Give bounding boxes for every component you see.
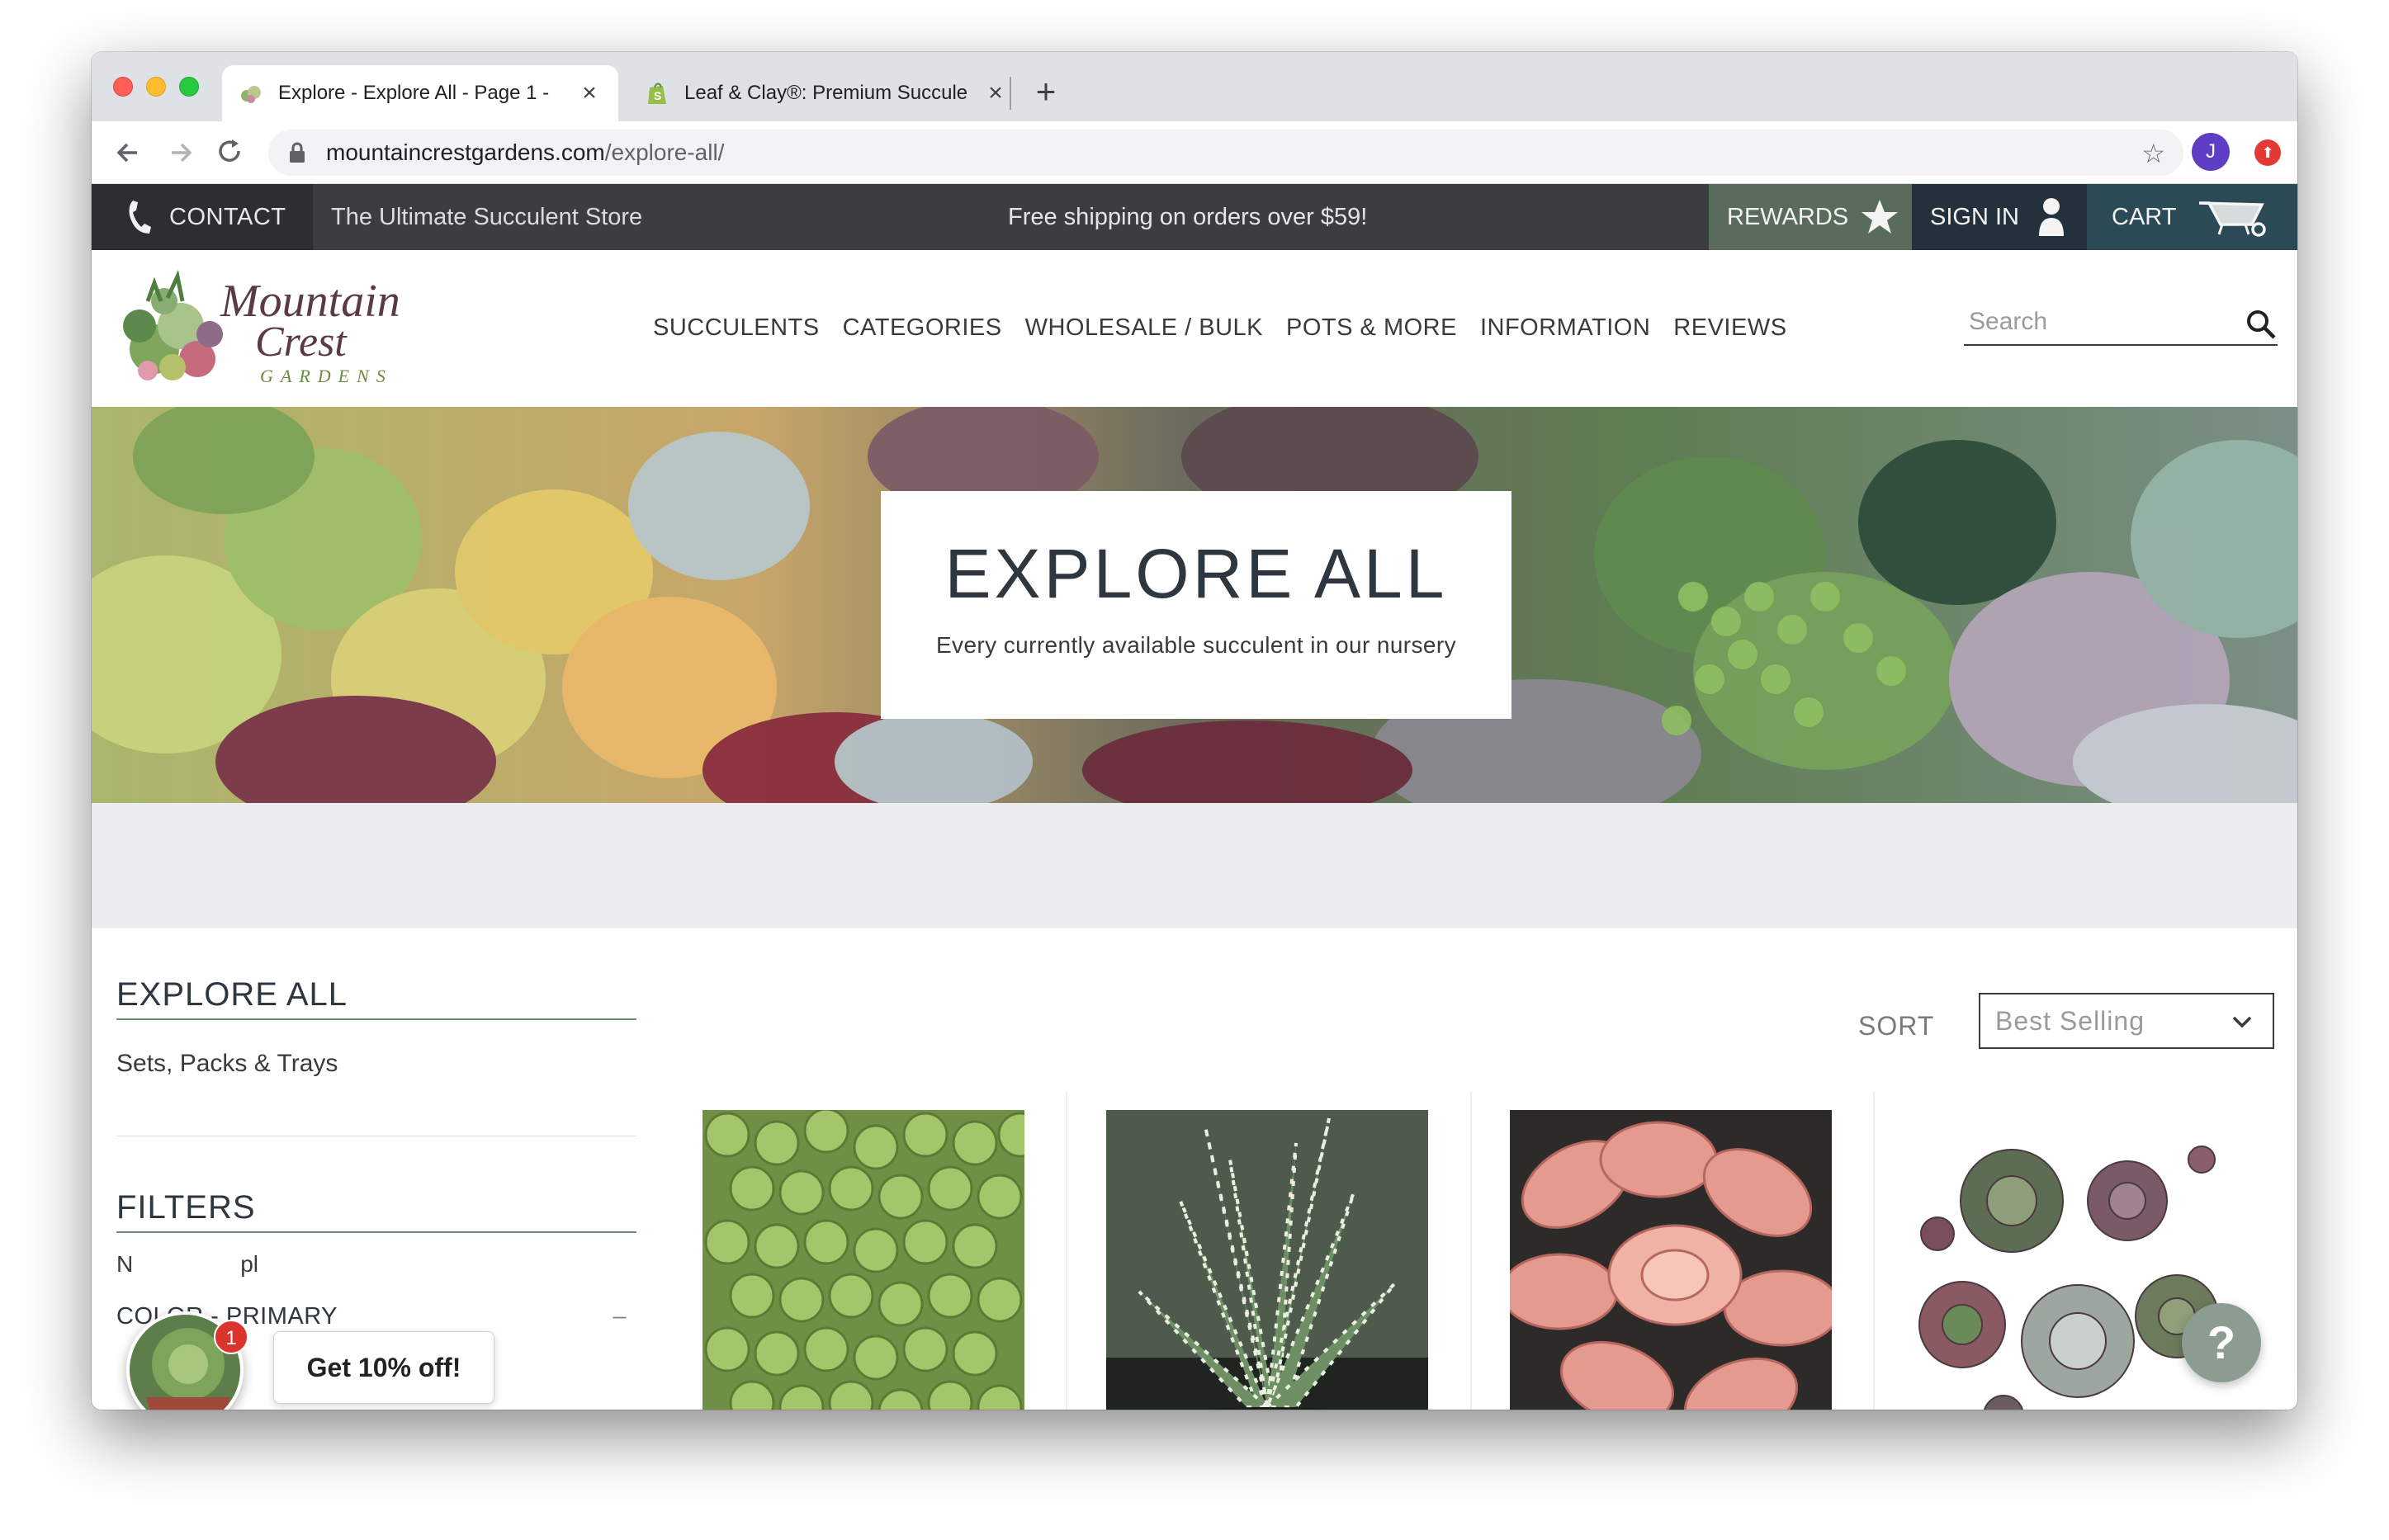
profile-avatar[interactable]: J xyxy=(2192,133,2230,171)
tab-leaf-and-clay[interactable]: S Leaf & Clay®: Premium Succule × xyxy=(628,65,1024,121)
product-image-pink-graptopetalum[interactable] xyxy=(1510,1110,1832,1410)
cart-button[interactable]: CART xyxy=(2087,184,2297,250)
sort-dropdown[interactable]: Best Selling xyxy=(1979,993,2274,1049)
search-input[interactable] xyxy=(1964,308,2228,336)
sidebar-heading: EXPLORE ALL xyxy=(116,976,636,1020)
product-image-zebra-haworthia[interactable] xyxy=(1106,1110,1428,1410)
user-icon xyxy=(2038,198,2064,236)
product-image-hens-and-chicks[interactable] xyxy=(1913,1110,2235,1410)
notification-badge: 1 xyxy=(214,1320,248,1354)
filters-heading: FILTERS xyxy=(116,1189,636,1233)
new-tab-button[interactable]: + xyxy=(1024,70,1067,113)
minimize-window-button[interactable] xyxy=(146,77,166,97)
hero-subtitle: Every currently available succulent in o… xyxy=(935,632,1457,658)
grid-divider xyxy=(1873,1092,1875,1410)
main-navigation: SUCCULENTS CATEGORIES WHOLESALE / BULK P… xyxy=(653,314,1787,342)
nav-information[interactable]: INFORMATION xyxy=(1480,314,1650,342)
rewards-label: REWARDS xyxy=(1727,203,1849,230)
sort-label: SORT xyxy=(1858,1011,1935,1041)
shipping-banner: Free shipping on orders over $59! xyxy=(1008,204,1368,230)
web-page: CONTACT The Ultimate Succulent Store Fre… xyxy=(92,184,2297,1410)
contact-link[interactable]: CONTACT xyxy=(92,184,313,250)
tab-explore-all[interactable]: Explore - Explore All - Page 1 - × xyxy=(222,65,618,121)
wheelbarrow-icon xyxy=(2199,201,2267,237)
sign-in-label: SIGN IN xyxy=(1930,203,2019,230)
site-search xyxy=(1964,300,2278,346)
store-tagline: The Ultimate Succulent Store xyxy=(331,204,643,230)
url-path: /explore-all/ xyxy=(604,139,725,165)
star-icon xyxy=(1862,200,1899,234)
filter-subtitle: Npl xyxy=(116,1251,259,1277)
address-bar[interactable]: mountaincrestgardens.com/explore-all/ ☆ xyxy=(268,130,2183,176)
contact-label: CONTACT xyxy=(169,203,286,230)
reload-icon[interactable] xyxy=(211,133,250,172)
discount-popup-button[interactable]: Get 10% off! xyxy=(273,1331,494,1404)
search-icon[interactable] xyxy=(2245,308,2278,341)
close-tab-icon[interactable]: × xyxy=(983,79,1008,107)
extension-icon[interactable]: ⬆ xyxy=(2254,139,2281,166)
grid-divider xyxy=(1066,1092,1067,1410)
hero-title-card: EXPLORE ALL Every currently available su… xyxy=(881,491,1511,719)
bookmark-star-icon[interactable]: ☆ xyxy=(2141,138,2165,169)
tab-title: Explore - Explore All - Page 1 - xyxy=(278,82,550,104)
collapse-icon[interactable]: – xyxy=(613,1303,627,1330)
utility-bar: CONTACT The Ultimate Succulent Store Fre… xyxy=(92,184,2297,250)
svg-text:Crest: Crest xyxy=(255,319,348,366)
nav-succulents[interactable]: SUCCULENTS xyxy=(653,314,820,342)
mountain-crest-logo[interactable]: Mountain Crest GARDENS xyxy=(115,268,412,392)
grid-divider xyxy=(1470,1092,1472,1410)
gray-band xyxy=(92,803,2297,928)
url-host: mountaincrestgardens.com xyxy=(326,139,605,165)
rewards-button[interactable]: REWARDS xyxy=(1709,184,1912,250)
phone-icon xyxy=(126,199,153,235)
succulent-cluster-icon xyxy=(123,269,223,380)
close-window-button[interactable] xyxy=(113,77,133,97)
browser-toolbar: mountaincrestgardens.com/explore-all/ ☆ … xyxy=(92,121,2297,184)
collection-sidebar: EXPLORE ALL Sets, Packs & Trays FILTERS … xyxy=(116,976,636,1330)
nav-categories[interactable]: CATEGORIES xyxy=(843,314,1002,342)
back-arrow-icon[interactable] xyxy=(108,133,148,172)
shopify-favicon-icon: S xyxy=(645,81,669,106)
svg-text:S: S xyxy=(654,89,661,102)
help-button[interactable]: ? xyxy=(2182,1303,2261,1382)
sort-selected-value: Best Selling xyxy=(1995,1005,2145,1036)
nav-wholesale-bulk[interactable]: WHOLESALE / BULK xyxy=(1025,314,1263,342)
site-header: Mountain Crest GARDENS SUCCULENTS CATEGO… xyxy=(92,250,2297,407)
sidebar-link-sets-packs-trays[interactable]: Sets, Packs & Trays xyxy=(116,1050,636,1078)
close-tab-icon[interactable]: × xyxy=(577,79,602,107)
tab-strip: Explore - Explore All - Page 1 - × S Lea… xyxy=(92,52,2297,121)
sign-in-button[interactable]: SIGN IN xyxy=(1912,184,2087,250)
tab-title: Leaf & Clay®: Premium Succule xyxy=(684,82,968,104)
nav-reviews[interactable]: REVIEWS xyxy=(1673,314,1786,342)
lock-icon xyxy=(290,142,305,163)
nav-pots-and-more[interactable]: POTS & MORE xyxy=(1286,314,1457,342)
hero-title: EXPLORE ALL xyxy=(944,535,1448,612)
succulent-favicon-icon xyxy=(239,81,263,106)
forward-arrow-icon[interactable] xyxy=(161,133,201,172)
hero-banner: EXPLORE ALL Every currently available su… xyxy=(92,407,2297,803)
cart-label: CART xyxy=(2112,203,2177,230)
svg-text:GARDENS: GARDENS xyxy=(260,366,393,386)
maximize-window-button[interactable] xyxy=(179,77,199,97)
product-image-string-of-pearls[interactable] xyxy=(703,1110,1024,1410)
browser-window: Explore - Explore All - Page 1 - × S Lea… xyxy=(92,52,2297,1410)
chevron-down-icon xyxy=(2232,1016,2252,1028)
tab-separator xyxy=(1010,77,1011,110)
